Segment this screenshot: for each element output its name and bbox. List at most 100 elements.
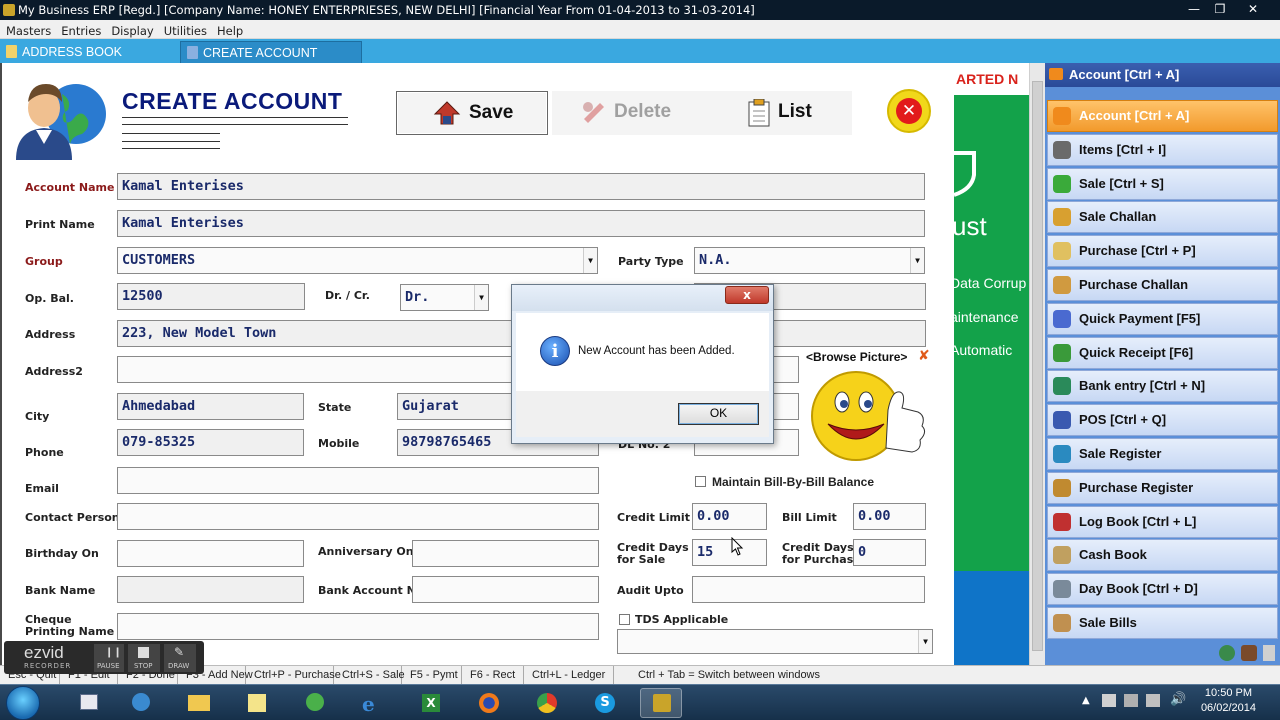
list-button[interactable]: List (742, 91, 852, 135)
start-button[interactable] (6, 686, 40, 720)
maximize-icon[interactable]: ❐ (1209, 1, 1231, 17)
taskbar-excel-icon[interactable]: X (410, 688, 452, 718)
sidebar-item-sale-ctrl-s[interactable]: Sale [Ctrl + S] (1047, 167, 1278, 200)
bill-limit-label: Bill Limit (782, 511, 837, 524)
sidebar-item-icon (1053, 242, 1071, 261)
group-select[interactable]: CUSTOMERS ▼ (117, 247, 598, 274)
sidebar-item-quick-payment-f5[interactable]: Quick Payment [F5] (1047, 302, 1278, 335)
sidebar-item-items-ctrl-i[interactable]: Items [Ctrl + I] (1047, 133, 1278, 166)
maintain-bill-checkbox[interactable] (695, 476, 706, 487)
stop-button[interactable]: STOP (128, 644, 160, 672)
city-label: City (25, 410, 50, 423)
sidebar-item-day-book-ctrl-d[interactable]: Day Book [Ctrl + D] (1047, 573, 1278, 606)
sidebar-item-icon (1053, 140, 1071, 159)
scroll-icon[interactable] (1263, 645, 1275, 661)
anniversary-on-input[interactable] (412, 540, 599, 567)
taskbar-firefox-icon[interactable] (468, 688, 510, 718)
print-name-input[interactable]: Kamal Enterises (117, 210, 925, 237)
sidebar-item-cash-book[interactable]: Cash Book (1047, 539, 1278, 572)
title-underline (122, 124, 348, 125)
close-window-button[interactable]: ✕ (1240, 1, 1266, 17)
delete-button[interactable]: Delete (552, 91, 742, 135)
sidebar-item-sale-register[interactable]: Sale Register (1047, 438, 1278, 470)
tab-create-account[interactable]: CREATE ACCOUNT (180, 41, 362, 63)
browse-picture-link[interactable]: <Browse Picture> (806, 350, 907, 364)
tab-label: CREATE ACCOUNT (203, 46, 318, 60)
sidebar-item-account-ctrl-a[interactable]: Account [Ctrl + A] (1047, 100, 1278, 132)
taskbar-erp-icon[interactable] (640, 688, 682, 718)
sidebar-item-label: Account [Ctrl + A] (1079, 108, 1190, 123)
party-type-select[interactable]: N.A. ▼ (694, 247, 925, 274)
chevron-down-icon[interactable]: ▼ (474, 285, 488, 310)
chevron-down-icon[interactable]: ▼ (910, 248, 924, 273)
sidebar-item-sale-bills[interactable]: Sale Bills (1047, 607, 1278, 639)
ezvid-logo: ezvid (24, 643, 64, 662)
pause-button[interactable]: ❙❙ PAUSE (94, 644, 124, 672)
tds-select[interactable]: ▼ (617, 629, 933, 654)
tds-applicable-checkbox[interactable] (619, 614, 630, 625)
bank-name-input[interactable] (117, 576, 304, 603)
dialog-close-button[interactable]: x (725, 286, 769, 304)
sidebar-item-icon (1053, 276, 1071, 294)
tray-network-icon[interactable] (1124, 694, 1138, 707)
background-text: ust (954, 211, 987, 241)
credit-limit-input[interactable]: 0.00 (692, 503, 767, 530)
minimize-button[interactable]: — (1183, 1, 1205, 17)
taskbar-search-icon[interactable] (120, 688, 162, 718)
chevron-down-icon[interactable]: ▼ (583, 248, 597, 273)
taskbar-ie-icon[interactable]: e (352, 688, 394, 718)
tab-address-book[interactable]: ADDRESS BOOK (0, 41, 180, 63)
settings-icon[interactable] (1241, 645, 1257, 661)
smiley-picture (811, 371, 926, 461)
form-scrollbar[interactable] (1029, 63, 1045, 665)
sidebar-item-bank-entry-ctrl-n[interactable]: Bank entry [Ctrl + N] (1047, 370, 1278, 403)
state-label: State (318, 401, 352, 414)
city-input[interactable]: Ahmedabad (117, 393, 304, 420)
sidebar-item-quick-receipt-f6[interactable]: Quick Receipt [F6] (1047, 336, 1278, 369)
phone-input[interactable]: 079-85325 (117, 429, 304, 456)
sidebar-item-pos-ctrl-q[interactable]: POS [Ctrl + Q] (1047, 404, 1278, 437)
email-input[interactable] (117, 467, 599, 494)
sidebar-item-purchase-challan[interactable]: Purchase Challan (1047, 269, 1278, 301)
tray-volume-icon[interactable]: 🔊 (1170, 692, 1186, 707)
save-button[interactable]: Save (396, 91, 548, 135)
globe-icon[interactable] (1219, 645, 1235, 661)
taskbar-clock[interactable]: 10:50 PM 06/02/2014 (1201, 686, 1256, 716)
bank-account-no-input[interactable] (412, 576, 599, 603)
op-bal-input[interactable]: 12500 (117, 283, 305, 310)
draw-button[interactable]: ✎ DRAW (164, 644, 196, 672)
sidebar-item-icon (1053, 309, 1071, 328)
cheque-printing-name-input[interactable] (117, 613, 599, 640)
taskbar-explorer-icon[interactable] (68, 688, 110, 718)
scrollbar-thumb[interactable] (1032, 81, 1043, 651)
dr-cr-select[interactable]: Dr. ▼ (400, 284, 489, 311)
contact-person-input[interactable] (117, 503, 599, 530)
tray-signal-icon[interactable] (1146, 694, 1160, 707)
close-form-button[interactable]: ✕ (887, 89, 931, 133)
taskbar-notes-icon[interactable] (236, 688, 278, 718)
background-banner: ARTED N (954, 63, 1029, 95)
phone-label: Phone (25, 446, 64, 459)
sidebar-item-purchase-register[interactable]: Purchase Register (1047, 471, 1278, 504)
credit-days-sale-input[interactable]: 15 (692, 539, 767, 566)
chevron-down-icon[interactable]: ▼ (918, 630, 932, 653)
sidebar-item-log-book-ctrl-l[interactable]: Log Book [Ctrl + L] (1047, 505, 1278, 538)
birthday-on-input[interactable] (117, 540, 304, 567)
sidebar-item-icon (1053, 174, 1071, 193)
dialog-ok-button[interactable]: OK (678, 403, 759, 425)
sidebar-item-sale-challan[interactable]: Sale Challan (1047, 201, 1278, 234)
bill-limit-input[interactable]: 0.00 (853, 503, 926, 530)
window-title-bar: My Business ERP [Regd.] [Company Name: H… (0, 0, 1280, 20)
account-name-input[interactable]: Kamal Enterises (117, 173, 925, 200)
taskbar-chrome-icon[interactable] (526, 688, 568, 718)
tray-flag-icon[interactable] (1102, 694, 1116, 707)
background-text: aintenance (954, 309, 1019, 325)
audit-upto-input[interactable] (692, 576, 925, 603)
taskbar-skype-icon[interactable]: S (584, 688, 626, 718)
taskbar-folder-icon[interactable] (178, 688, 220, 718)
taskbar-app-icon[interactable] (294, 688, 336, 718)
credit-days-purchase-input[interactable]: 0 (853, 539, 926, 566)
tray-expand-icon[interactable]: ▲ (1082, 695, 1090, 706)
remove-picture-icon[interactable]: ✘ (918, 348, 930, 364)
sidebar-item-purchase-ctrl-p[interactable]: Purchase [Ctrl + P] (1047, 235, 1278, 268)
